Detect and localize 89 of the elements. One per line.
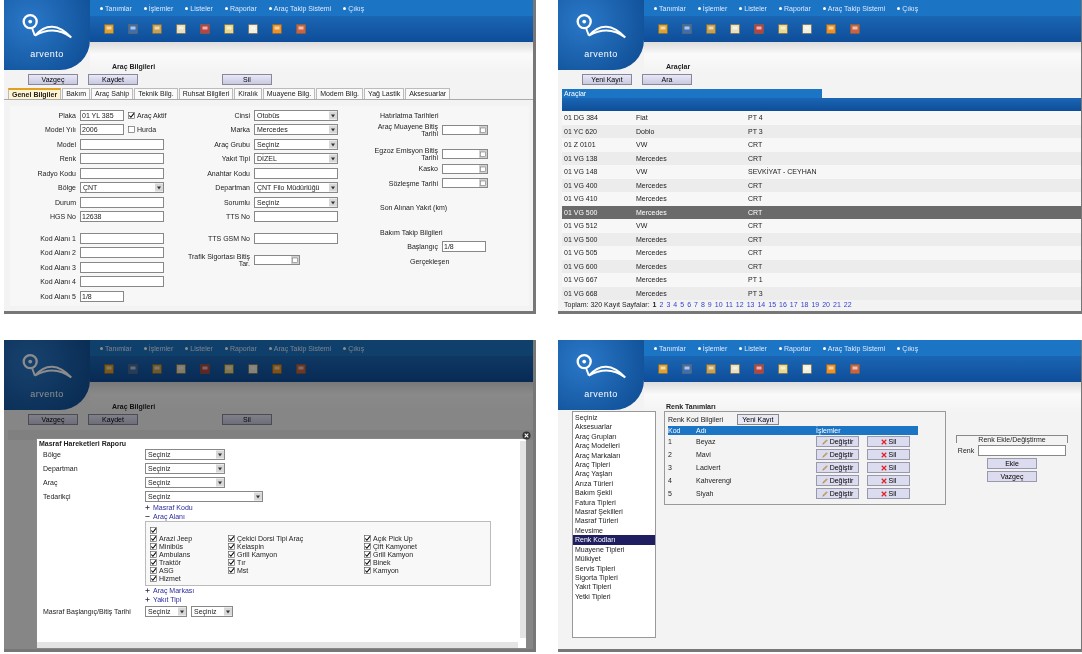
text-field[interactable] — [80, 196, 164, 208]
toolbar-icon[interactable] — [296, 24, 306, 34]
toolbar-icon[interactable] — [128, 364, 138, 374]
toolbar-icon[interactable] — [778, 364, 788, 374]
caret-icon — [329, 139, 337, 149]
caret-icon — [329, 154, 337, 164]
close-icon — [880, 464, 887, 471]
scrollbar[interactable] — [520, 441, 526, 638]
close-icon[interactable] — [522, 431, 531, 440]
caret-icon — [329, 183, 337, 193]
plus-icon — [145, 505, 150, 510]
toolbar-icon[interactable] — [706, 364, 716, 374]
text-field[interactable] — [80, 247, 164, 259]
minus-icon — [145, 514, 150, 519]
text-field[interactable] — [80, 232, 164, 244]
caret-icon — [329, 110, 337, 120]
date-field[interactable] — [442, 124, 488, 135]
text-field[interactable] — [80, 261, 164, 273]
date-field[interactable] — [254, 254, 300, 265]
caret-icon — [224, 606, 232, 616]
toolbar-icon[interactable] — [778, 24, 788, 34]
toolbar-icon[interactable] — [658, 24, 668, 34]
toolbar-icon[interactable] — [248, 24, 258, 34]
toolbar-icon[interactable] — [200, 364, 210, 374]
toolbar-icon[interactable] — [850, 364, 860, 374]
toolbar-icon[interactable] — [730, 24, 740, 34]
toolbar-icon[interactable] — [176, 364, 186, 374]
calendar-icon — [479, 150, 487, 159]
toolbar-icon[interactable] — [272, 24, 282, 34]
toolbar-icon[interactable] — [682, 364, 692, 374]
toolbar-icon[interactable] — [754, 364, 764, 374]
logo-text: arvento — [584, 389, 618, 399]
logo-text: arvento — [584, 49, 618, 59]
close-icon — [880, 451, 887, 458]
toolbar-icon[interactable] — [682, 24, 692, 34]
toolbar-icon[interactable] — [730, 364, 740, 374]
toolbar-icon[interactable] — [296, 364, 306, 374]
close-icon — [880, 490, 887, 497]
toolbar-icon[interactable] — [850, 24, 860, 34]
toolbar-icon[interactable] — [754, 24, 764, 34]
text-field[interactable] — [80, 276, 164, 288]
date-field[interactable] — [442, 178, 488, 189]
text-field[interactable] — [80, 138, 164, 150]
caret-icon — [178, 606, 186, 616]
toolbar-icon[interactable] — [706, 24, 716, 34]
calendar-icon — [479, 125, 487, 134]
text-field[interactable] — [254, 211, 338, 223]
tick-box-icon — [128, 111, 135, 119]
caret-icon — [329, 197, 337, 207]
scrollbar[interactable] — [37, 642, 518, 648]
logo-text: arvento — [30, 389, 64, 399]
plus-icon — [145, 588, 150, 593]
tick-box-icon — [128, 126, 135, 134]
toolbar-icon[interactable] — [658, 364, 668, 374]
caret-icon — [254, 491, 262, 501]
calendar-icon — [479, 179, 487, 188]
close-icon — [880, 477, 887, 484]
plus-icon — [145, 597, 150, 602]
toolbar-icon[interactable] — [224, 24, 234, 34]
caret-icon — [216, 449, 224, 459]
toolbar-icon[interactable] — [802, 24, 812, 34]
calendar-icon — [479, 164, 487, 173]
caret-icon — [216, 463, 224, 473]
toolbar-icon[interactable] — [224, 364, 234, 374]
toolbar-icon[interactable] — [176, 24, 186, 34]
text-field[interactable] — [254, 167, 338, 179]
toolbar-icon[interactable] — [128, 24, 138, 34]
toolbar-icon[interactable] — [104, 364, 114, 374]
toolbar-icon[interactable] — [826, 364, 836, 374]
text-field[interactable] — [978, 445, 1067, 456]
toolbar-icon[interactable] — [104, 24, 114, 34]
text-field[interactable] — [80, 153, 164, 165]
toolbar-icon[interactable] — [152, 364, 162, 374]
toolbar-icon[interactable] — [200, 24, 210, 34]
caret-icon — [329, 125, 337, 135]
text-field[interactable] — [80, 167, 164, 179]
toolbar-icon[interactable] — [248, 364, 258, 374]
toolbar-icon[interactable] — [802, 364, 812, 374]
logo-text: arvento — [30, 49, 64, 59]
caret-icon — [155, 183, 163, 193]
calendar-icon — [291, 255, 299, 264]
toolbar-icon[interactable] — [272, 364, 282, 374]
toolbar-icon[interactable] — [152, 24, 162, 34]
text-field[interactable] — [254, 232, 338, 244]
close-icon — [880, 438, 887, 445]
date-field[interactable] — [442, 149, 488, 160]
toolbar-icon[interactable] — [826, 24, 836, 34]
date-field[interactable] — [442, 163, 488, 174]
caret-icon — [216, 477, 224, 487]
